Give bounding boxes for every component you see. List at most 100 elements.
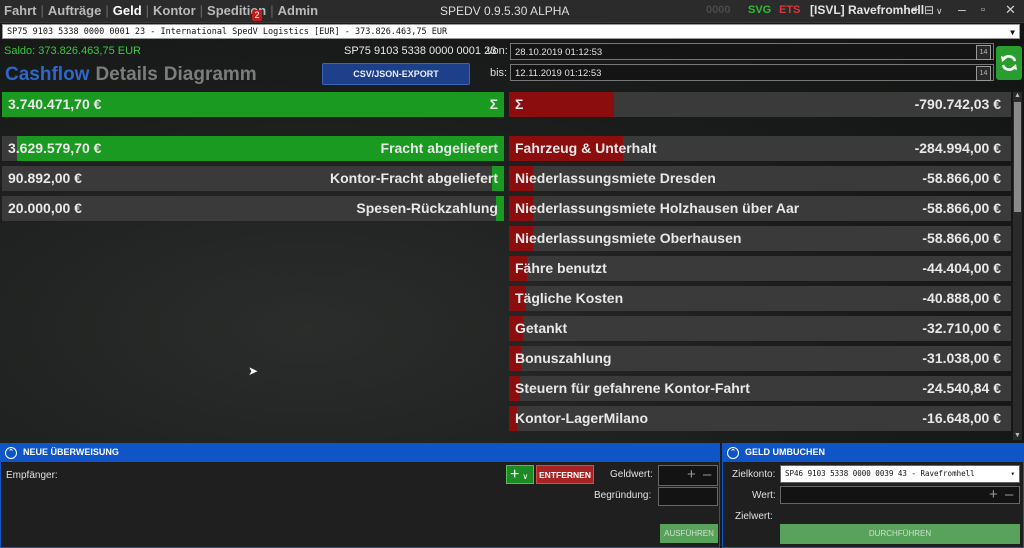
date-from-value: 28.10.2019 01:12:53 <box>515 47 603 58</box>
expense-amount: -31.038,00 € <box>922 350 1001 366</box>
account-select[interactable]: SP75 9103 5338 0000 0001 23 - Internatio… <box>2 24 1020 39</box>
title-bar: Fahrt | Aufträge | Geld | Kontor | Spedition | Adm… <box>0 0 1024 23</box>
close-icon[interactable]: ✕ <box>1005 2 1016 18</box>
nav-item-fahrt[interactable]: Fahrt <box>4 3 37 18</box>
add-window-icon[interactable]: + <box>912 1 920 17</box>
restore-icon[interactable]: ▫ <box>981 4 985 16</box>
rebook-execute-button[interactable]: DURCHFÜHREN <box>780 524 1020 544</box>
expense-row: Bonuszahlung -31.038,00 € <box>509 346 1011 371</box>
amount-input[interactable]: + – <box>658 465 718 486</box>
expense-label: Fähre benutzt <box>515 260 607 276</box>
expense-row: Niederlassungsmiete Dresden -58.866,00 € <box>509 166 1011 191</box>
tab-diagramm[interactable]: Diagramm <box>164 64 257 85</box>
scroll-thumb[interactable] <box>1014 102 1021 212</box>
target-value-label: Zielwert: <box>735 511 773 522</box>
income-sum-label: Σ <box>489 96 498 112</box>
expense-label: Getankt <box>515 320 568 336</box>
expense-amount: -58.866,00 € <box>922 230 1001 246</box>
scroll-down-icon[interactable]: ▼ <box>1013 432 1022 440</box>
view-tabs: Cashflow Details Diagramm <box>5 64 263 86</box>
expense-row: Tägliche Kosten -40.888,00 € <box>509 286 1011 311</box>
rebook-panel-header[interactable]: ⌃ GELD UMBUCHEN <box>722 443 1024 461</box>
target-account-select[interactable]: SP46 9103 5338 0000 0039 43 - Ravefromhe… <box>780 465 1020 483</box>
indicator-svg: SVG <box>748 4 772 16</box>
calendar-icon[interactable]: 14 <box>976 66 991 81</box>
expense-label: Niederlassungsmiete Dresden <box>515 170 716 186</box>
iban-label: SP75 9103 5338 0000 0001 23 <box>344 45 497 57</box>
mouse-cursor-icon: ➤ <box>248 364 259 378</box>
expense-row: Steuern für gefahrene Kontor-Fahrt -24.54… <box>509 376 1011 401</box>
expense-amount: -58.866,00 € <box>922 200 1001 216</box>
date-from-label: von: <box>487 45 508 57</box>
target-account-value: SP46 9103 5338 0000 0039 43 - Ravefromhe… <box>785 469 975 478</box>
income-sum-row: 3.740.471,70 € Σ <box>2 92 504 117</box>
date-from-input[interactable]: 28.10.2019 01:12:53 14 <box>510 43 994 60</box>
refresh-button[interactable] <box>996 46 1022 80</box>
expense-row: Niederlassungsmiete Oberhausen -58.866,00… <box>509 226 1011 251</box>
rebook-value-input[interactable]: + – <box>780 486 1020 504</box>
income-label: Spesen-Rückzahlung <box>356 200 498 216</box>
income-row: 3.629.579,70 € Fracht abgeliefert <box>2 136 504 161</box>
plus-icon[interactable]: + <box>989 486 998 503</box>
expense-row: Fähre benutzt -44.404,00 € <box>509 256 1011 281</box>
income-label: Fracht abgeliefert <box>380 140 498 156</box>
expense-amount: -284.994,00 € <box>914 140 1001 156</box>
indicator-ets: ETS <box>779 4 801 16</box>
reason-input[interactable] <box>658 487 718 506</box>
nav-item-auftraege[interactable]: Aufträge <box>48 3 101 18</box>
expense-label: Bonuszahlung <box>515 350 612 366</box>
value-label: Wert: <box>752 490 776 501</box>
nav-item-admin[interactable]: Admin <box>278 3 318 18</box>
expense-label: Kontor-LagerMilano <box>515 410 648 426</box>
expense-amount: -32.710,00 € <box>922 320 1001 336</box>
collapse-icon[interactable]: ⌃ <box>727 446 739 459</box>
scroll-up-icon[interactable]: ▲ <box>1013 92 1022 100</box>
expense-sum-label: Σ <box>515 96 524 112</box>
plus-icon[interactable]: + <box>687 466 696 483</box>
add-recipient-button[interactable]: + ∨ <box>506 465 534 484</box>
chevron-down-icon[interactable]: ∨ <box>936 6 943 17</box>
minus-icon[interactable]: – <box>703 466 711 483</box>
execute-button[interactable]: AUSFÜHREN <box>660 524 718 543</box>
dropdown-arrow-icon: ▾ <box>1010 469 1015 478</box>
expense-amount: -24.540,84 € <box>922 380 1001 396</box>
expense-sum-row: Σ -790.742,03 € <box>509 92 1011 117</box>
expense-label: Steuern für gefahrene Kontor-Fahrt <box>515 380 750 396</box>
date-to-input[interactable]: 12.11.2019 01:12:53 14 <box>510 64 994 81</box>
dropdown-arrow-icon: ▼ <box>1010 28 1015 37</box>
minus-icon[interactable]: – <box>1005 486 1013 503</box>
minimize-icon[interactable]: – <box>958 1 966 17</box>
account-select-value: SP75 9103 5338 0000 0001 23 - Internatio… <box>7 27 448 37</box>
calendar-icon[interactable]: 14 <box>976 45 991 60</box>
expense-row: Getankt -32.710,00 € <box>509 316 1011 341</box>
tab-details[interactable]: Details <box>95 64 157 85</box>
expense-row: Fahrzeug & Unterhalt -284.994,00 € <box>509 136 1011 161</box>
collapse-icon[interactable]: ⌃ <box>5 446 17 459</box>
expense-amount: -58.866,00 € <box>922 170 1001 186</box>
date-to-value: 12.11.2019 01:12:53 <box>515 68 602 79</box>
amount-label: Geldwert: <box>610 469 653 480</box>
income-amount: 90.892,00 € <box>8 170 82 186</box>
remove-recipient-button[interactable]: ENTFERNEN <box>536 465 594 484</box>
admin-badge: 2 <box>252 10 262 21</box>
income-row: 90.892,00 € Kontor-Fracht abgeliefert <box>2 166 504 191</box>
recipient-label: Empfänger: <box>6 470 58 481</box>
transfer-panel-header[interactable]: ⌃ NEUE ÜBERWEISUNG <box>0 443 720 461</box>
refresh-icon <box>1001 55 1017 71</box>
nav-item-kontor[interactable]: Kontor <box>153 3 196 18</box>
export-button[interactable]: CSV/JSON-EXPORT <box>322 63 470 85</box>
indicator-dim: 0000 <box>706 4 731 16</box>
expense-sum-bar <box>509 92 615 117</box>
expense-sum-amount: -790.742,03 € <box>914 96 1001 112</box>
tab-cashflow[interactable]: Cashflow <box>5 64 89 85</box>
expense-label: Tägliche Kosten <box>515 290 624 306</box>
expense-scrollbar[interactable]: ▲ ▼ <box>1013 92 1022 440</box>
app-title: SPEDV 0.9.5.30 ALPHA <box>440 4 570 18</box>
expense-amount: -40.888,00 € <box>922 290 1001 306</box>
date-to-label: bis: <box>490 67 508 79</box>
nav-item-geld[interactable]: Geld <box>113 3 142 18</box>
rebook-panel-title: GELD UMBUCHEN <box>745 447 825 457</box>
user-name[interactable]: [ISVL] Ravefromhell <box>810 3 924 17</box>
expense-label: Fahrzeug & Unterhalt <box>515 140 657 156</box>
layout-icon[interactable]: ⊟ <box>924 3 934 17</box>
